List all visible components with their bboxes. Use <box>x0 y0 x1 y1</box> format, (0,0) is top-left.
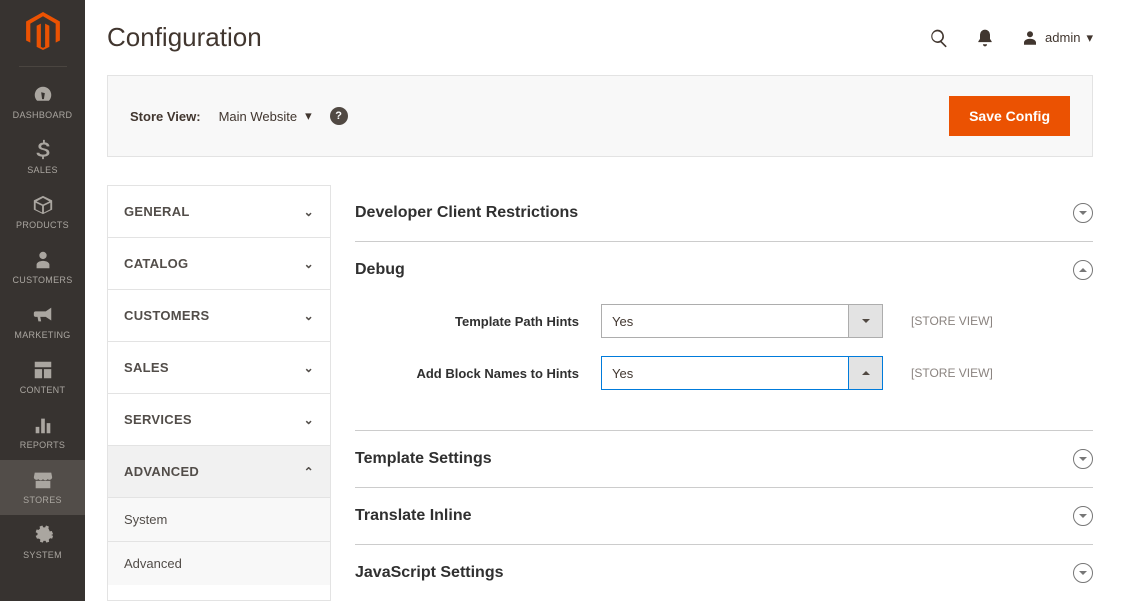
save-config-button[interactable]: Save Config <box>949 96 1070 136</box>
add-block-names-select[interactable]: Yes <box>601 356 849 390</box>
header-actions: admin ▾ <box>929 28 1093 48</box>
section-title: JavaScript Settings <box>355 564 504 582</box>
section-head[interactable]: Translate Inline <box>355 506 1093 526</box>
chevron-down-icon <box>1073 449 1093 469</box>
field-scope: [STORE VIEW] <box>911 366 993 380</box>
sidebar-item-marketing[interactable]: MARKETING <box>0 295 85 350</box>
chevron-down-icon: ⌄ <box>304 205 314 219</box>
main-content: Configuration admin ▾ Store View: Main W… <box>85 0 1123 601</box>
admin-sidebar: DASHBOARD SALES PRODUCTS CUSTOMERS MARKE… <box>0 0 85 601</box>
chevron-down-icon <box>1073 506 1093 526</box>
nav-label: DASHBOARD <box>13 110 73 120</box>
section-head[interactable]: JavaScript Settings <box>355 563 1093 583</box>
gauge-icon <box>32 84 54 106</box>
nav-label: STORES <box>23 495 62 505</box>
store-view-select[interactable]: Main Website ▾ <box>219 108 312 124</box>
section-head[interactable]: Template Settings <box>355 449 1093 469</box>
config-content: GENERAL⌄ CATALOG⌄ CUSTOMERS⌄ SALES⌄ SERV… <box>107 185 1093 601</box>
store-view-label: Store View: <box>130 109 201 124</box>
section-translate-inline: Translate Inline <box>355 488 1093 545</box>
field-add-block-names: Add Block Names to Hints Yes [STORE VIEW… <box>355 356 1093 390</box>
config-nav-general[interactable]: GENERAL⌄ <box>108 186 330 238</box>
bell-icon[interactable] <box>975 28 995 48</box>
config-sections: Developer Client Restrictions Debug Temp… <box>355 185 1093 601</box>
nav-label: SYSTEM <box>23 550 62 560</box>
section-title: Template Settings <box>355 450 492 468</box>
section-template-settings: Template Settings <box>355 431 1093 488</box>
sidebar-divider <box>19 66 67 67</box>
nav-label: CONTENT <box>20 385 66 395</box>
sidebar-item-content[interactable]: CONTENT <box>0 350 85 405</box>
field-control: Yes <box>601 304 883 338</box>
section-head[interactable]: Debug <box>355 260 1093 280</box>
user-menu[interactable]: admin ▾ <box>1021 29 1093 47</box>
scope-left: Store View: Main Website ▾ ? <box>130 107 348 125</box>
sidebar-item-reports[interactable]: REPORTS <box>0 405 85 460</box>
sidebar-item-stores[interactable]: STORES <box>0 460 85 515</box>
dropdown-caret-icon[interactable] <box>849 304 883 338</box>
chevron-down-icon: ⌄ <box>304 361 314 375</box>
config-nav-sub-system[interactable]: System <box>108 498 330 542</box>
nav-label: PRODUCTS <box>16 220 69 230</box>
scope-bar: Store View: Main Website ▾ ? Save Config <box>107 75 1093 157</box>
section-developer-client-restrictions: Developer Client Restrictions <box>355 185 1093 242</box>
magento-logo-icon <box>24 12 62 50</box>
field-label: Template Path Hints <box>355 314 601 329</box>
section-javascript-settings: JavaScript Settings <box>355 545 1093 601</box>
sidebar-item-system[interactable]: SYSTEM <box>0 515 85 570</box>
chevron-up-icon: ⌃ <box>304 465 314 479</box>
person-icon <box>32 249 54 271</box>
section-title: Developer Client Restrictions <box>355 204 578 222</box>
section-title: Translate Inline <box>355 507 471 525</box>
nav-label: SALES <box>27 165 58 175</box>
page-header: Configuration admin ▾ <box>107 22 1093 53</box>
config-nav-sub-advanced[interactable]: Advanced <box>108 542 330 585</box>
dollar-icon <box>32 139 54 161</box>
field-label: Add Block Names to Hints <box>355 366 601 381</box>
sidebar-item-sales[interactable]: SALES <box>0 130 85 185</box>
config-nav: GENERAL⌄ CATALOG⌄ CUSTOMERS⌄ SALES⌄ SERV… <box>107 185 331 601</box>
storefront-icon <box>32 469 54 491</box>
field-scope: [STORE VIEW] <box>911 314 993 328</box>
page-title: Configuration <box>107 22 262 53</box>
user-name: admin <box>1045 30 1080 45</box>
box-icon <box>32 194 54 216</box>
nav-label: MARKETING <box>14 330 70 340</box>
chevron-down-icon <box>1073 203 1093 223</box>
bar-chart-icon <box>32 414 54 436</box>
section-title: Debug <box>355 261 405 279</box>
chevron-down-icon: ▾ <box>305 108 312 124</box>
sidebar-item-dashboard[interactable]: DASHBOARD <box>0 75 85 130</box>
sidebar-item-products[interactable]: PRODUCTS <box>0 185 85 240</box>
section-debug: Debug Template Path Hints Yes [STORE VIE… <box>355 242 1093 431</box>
nav-label: CUSTOMERS <box>12 275 72 285</box>
sidebar-item-customers[interactable]: CUSTOMERS <box>0 240 85 295</box>
field-template-path-hints: Template Path Hints Yes [STORE VIEW] <box>355 304 1093 338</box>
chevron-up-icon <box>1073 260 1093 280</box>
search-icon[interactable] <box>929 28 949 48</box>
field-control: Yes <box>601 356 883 390</box>
nav-label: REPORTS <box>20 440 65 450</box>
layout-icon <box>32 359 54 381</box>
template-path-hints-select[interactable]: Yes <box>601 304 849 338</box>
gear-icon <box>32 524 54 546</box>
store-view-value: Main Website <box>219 109 298 124</box>
section-body: Template Path Hints Yes [STORE VIEW] Add… <box>355 280 1093 412</box>
megaphone-icon <box>32 304 54 326</box>
help-icon[interactable]: ? <box>330 107 348 125</box>
section-head[interactable]: Developer Client Restrictions <box>355 203 1093 223</box>
config-nav-sales[interactable]: SALES⌄ <box>108 342 330 394</box>
chevron-down-icon: ⌄ <box>304 257 314 271</box>
chevron-down-icon: ⌄ <box>304 309 314 323</box>
config-nav-advanced[interactable]: ADVANCED⌃ <box>108 446 330 498</box>
config-nav-customers[interactable]: CUSTOMERS⌄ <box>108 290 330 342</box>
chevron-down-icon <box>1073 563 1093 583</box>
chevron-down-icon: ▾ <box>1086 30 1093 46</box>
config-nav-services[interactable]: SERVICES⌄ <box>108 394 330 446</box>
chevron-down-icon: ⌄ <box>304 413 314 427</box>
dropdown-caret-icon[interactable] <box>849 356 883 390</box>
config-nav-catalog[interactable]: CATALOG⌄ <box>108 238 330 290</box>
user-icon <box>1021 29 1039 47</box>
